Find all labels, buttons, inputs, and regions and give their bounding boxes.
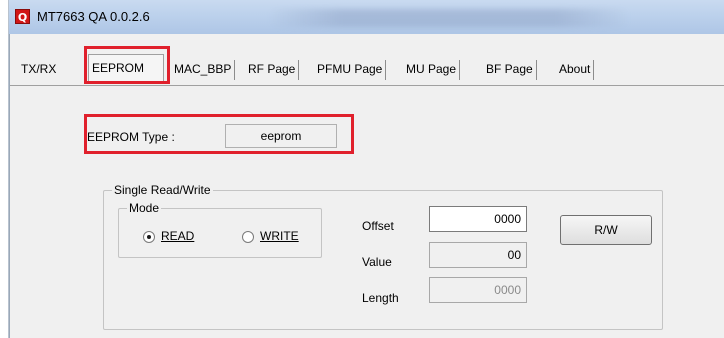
eeprom-type-value: eeprom [225,124,337,148]
tab-pfmu-page[interactable]: PFMU Page [314,60,387,80]
rw-button[interactable]: R/W [560,215,652,245]
title-bar-blur [269,9,629,27]
read-radio[interactable] [143,231,155,243]
tab-bar: TX/RX EEPROM MAC_BBP RF Page PFMU Page M… [9,51,724,85]
window-left-border [9,34,10,338]
offset-input[interactable]: 0000 [429,206,527,232]
tab-rf-page[interactable]: RF Page [245,60,300,80]
single-read-write-group: Single Read/Write Mode READ WRITE Offset… [103,183,663,330]
window-title: MT7663 QA 0.0.2.6 [37,9,150,24]
tab-bf-page[interactable]: BF Page [483,60,537,80]
write-radio-label[interactable]: WRITE [260,229,299,243]
write-radio[interactable] [242,231,254,243]
eeprom-page: EEPROM Type : eeprom Single Read/Write M… [9,85,724,338]
tab-eeprom[interactable]: EEPROM [88,54,164,81]
length-label: Length [362,291,399,305]
read-radio-label[interactable]: READ [161,229,194,243]
tab-about[interactable]: About [556,60,595,80]
tab-mu-page[interactable]: MU Page [403,60,461,80]
eeprom-type-label: EEPROM Type : [87,130,175,144]
value-label: Value [362,255,392,269]
app-window: Q MT7663 QA 0.0.2.6 TX/RX EEPROM MAC_BBP… [8,0,724,338]
mode-label: Mode [127,201,162,215]
offset-label: Offset [362,219,394,233]
tab-txrx[interactable]: TX/RX [18,60,59,80]
length-field[interactable]: 0000 [429,277,527,303]
value-field[interactable]: 00 [429,242,527,268]
title-bar[interactable]: Q MT7663 QA 0.0.2.6 [9,0,724,34]
tab-mac-bbp[interactable]: MAC_BBP [171,60,236,80]
app-icon[interactable]: Q [15,9,30,24]
mode-group: Mode READ WRITE [118,201,322,258]
single-read-write-label: Single Read/Write [112,183,213,197]
